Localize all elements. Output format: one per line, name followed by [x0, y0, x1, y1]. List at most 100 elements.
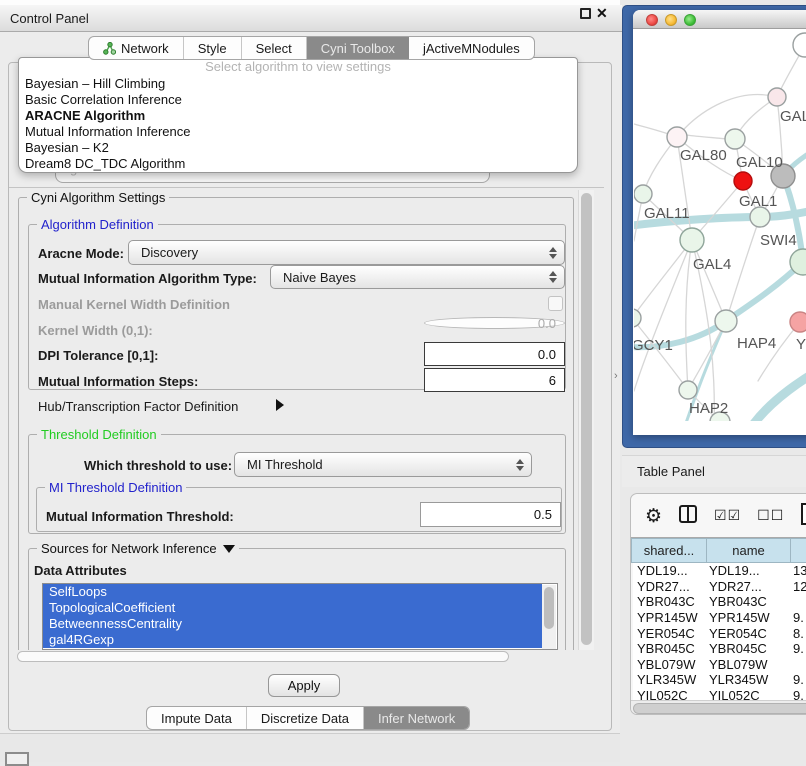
table-cell: YDL19... — [633, 563, 707, 578]
network-node-gal11[interactable] — [634, 185, 652, 203]
new-table-icon[interactable] — [800, 502, 806, 529]
table-cell: YLR345W — [707, 672, 789, 687]
network-window: GALGAL80GAL10GAL1GAL11GAL4SWI4HAP4YGCY1H… — [633, 10, 806, 435]
dpi-tolerance-value: 0.0 — [538, 347, 556, 362]
tab-select[interactable]: Select — [242, 37, 307, 59]
attribute-list-scrollbar[interactable] — [542, 585, 556, 649]
table-row[interactable]: YLR345WYLR345W9. — [633, 672, 806, 688]
algorithm-option-basic-correlation[interactable]: Basic Correlation Inference — [19, 92, 577, 108]
table-row[interactable]: YDL19...YDL19...13 — [633, 563, 806, 579]
mi-steps-field[interactable]: 6 — [424, 368, 565, 392]
network-edge — [686, 135, 726, 139]
which-threshold-label: Which threshold to use: — [84, 458, 232, 473]
network-node[interactable] — [793, 33, 806, 57]
docked-panel-icon[interactable] — [5, 752, 29, 766]
network-canvas[interactable]: GALGAL80GAL10GAL1GAL11GAL4SWI4HAP4YGCY1H… — [634, 29, 806, 421]
tab-discretize-data[interactable]: Discretize Data — [247, 707, 364, 729]
algorithm-placeholder: Select algorithm to view settings — [19, 58, 577, 76]
tab-jactivemnodules[interactable]: jActiveMNodules — [409, 37, 534, 59]
close-panel-icon[interactable]: ✕ — [596, 5, 608, 22]
network-edge — [692, 240, 726, 321]
kernel-width-field[interactable]: 0.0 — [424, 317, 565, 329]
node-label: HAP4 — [737, 335, 776, 352]
network-node[interactable] — [750, 207, 770, 227]
which-threshold-combo[interactable]: MI Threshold — [234, 452, 532, 477]
network-node-y[interactable] — [790, 312, 806, 332]
split-columns-icon[interactable] — [678, 504, 698, 527]
table-horizontal-scrollbar[interactable] — [631, 700, 806, 714]
which-threshold-value: MI Threshold — [247, 457, 323, 472]
algorithm-option-bayesian-hill-climbing[interactable]: Bayesian – Hill Climbing — [19, 76, 577, 92]
sources-collapse-arrow-icon[interactable] — [223, 545, 235, 553]
table-cell: YBL079W — [633, 657, 707, 672]
network-node-gal[interactable] — [768, 88, 786, 106]
tab-style[interactable]: Style — [184, 37, 242, 59]
tab-impute-data[interactable]: Impute Data — [147, 707, 247, 729]
table-cell: 9. — [789, 672, 806, 687]
attribute-item-betweennesscentrality[interactable]: BetweennessCentrality — [43, 616, 542, 632]
network-edge — [686, 240, 692, 390]
bottom-strip — [0, 733, 620, 762]
attribute-item-topologicalcoefficient[interactable]: TopologicalCoefficient — [43, 600, 542, 616]
network-node-gcy1[interactable] — [634, 309, 641, 327]
node-label: GAL — [780, 108, 806, 125]
attribute-item-selfloops[interactable]: SelfLoops — [43, 584, 542, 600]
deselect-columns-icon[interactable]: ☐☐ — [757, 508, 784, 524]
settings-horizontal-scrollbar[interactable] — [14, 650, 594, 663]
select-columns-icon[interactable]: ☑☑ — [714, 508, 741, 524]
data-attributes-list[interactable]: SelfLoops TopologicalCoefficient Between… — [42, 583, 558, 650]
table-row[interactable]: YDR27...YDR27...12 — [633, 579, 806, 595]
minimize-window-icon[interactable] — [665, 14, 677, 26]
column-header-name[interactable]: name — [707, 538, 791, 563]
aracne-mode-value: Discovery — [141, 245, 198, 260]
algorithm-option-bayesian-k2[interactable]: Bayesian – K2 — [19, 140, 577, 156]
hub-expand-arrow-icon[interactable] — [276, 399, 284, 411]
network-node-hap4[interactable] — [715, 310, 737, 332]
mi-type-label: Mutual Information Algorithm Type: — [38, 271, 257, 286]
algorithm-option-aracne[interactable]: ARACNE Algorithm — [19, 108, 577, 124]
tab-cyni-toolbox[interactable]: Cyni Toolbox — [307, 37, 409, 59]
column-header-partial[interactable] — [791, 538, 806, 563]
column-header-sharedname[interactable]: shared... — [631, 538, 707, 563]
table-row[interactable]: YBR045CYBR045C9. — [633, 641, 806, 657]
separator — [9, 187, 604, 188]
tab-network[interactable]: Network — [89, 37, 184, 59]
split-pane-handle-icon[interactable]: › — [614, 368, 622, 384]
table-cell: YDR27... — [633, 579, 707, 594]
apply-button[interactable]: Apply — [268, 674, 340, 697]
control-panel-titlebar: Control Panel — [0, 5, 622, 32]
aracne-mode-combo[interactable]: Discovery — [128, 240, 565, 265]
table-cell: YPR145W — [633, 610, 707, 625]
network-node-gal4[interactable] — [680, 228, 704, 252]
table-cell: YBR045C — [707, 641, 789, 656]
apply-label: Apply — [288, 678, 321, 693]
attribute-item-gal4rgexp[interactable]: gal4RGexp — [43, 632, 542, 648]
table-cell: YER054C — [707, 626, 789, 641]
dpi-tolerance-label: DPI Tolerance [0,1]: — [38, 348, 158, 363]
table-cell: YDL19... — [707, 563, 789, 578]
table-row[interactable]: YPR145WYPR145W9. — [633, 610, 806, 626]
tab-label: Style — [198, 41, 227, 56]
algorithm-option-mutual-information[interactable]: Mutual Information Inference — [19, 124, 577, 140]
mi-type-combo[interactable]: Naive Bayes — [270, 265, 565, 289]
manual-kernel-checkbox[interactable] — [548, 296, 563, 311]
network-node-hap2[interactable] — [679, 381, 697, 399]
group-title: Threshold Definition — [37, 427, 161, 442]
network-node-gal10[interactable] — [725, 129, 745, 149]
table-row[interactable]: YBL079WYBL079W — [633, 657, 806, 673]
algorithm-option-dream8[interactable]: Dream8 DC_TDC Algorithm — [19, 156, 577, 172]
settings-vertical-scrollbar[interactable] — [578, 190, 594, 660]
table-row[interactable]: YBR043CYBR043C — [633, 594, 806, 610]
table-row[interactable]: YER054CYER054C8. — [633, 625, 806, 641]
mi-threshold-field[interactable]: 0.5 — [420, 502, 561, 527]
network-node-gal1[interactable] — [734, 172, 752, 190]
dpi-tolerance-field[interactable]: 0.0 — [424, 342, 565, 366]
float-panel-icon[interactable] — [580, 8, 591, 19]
zoom-window-icon[interactable] — [684, 14, 696, 26]
network-node-gal80[interactable] — [667, 127, 687, 147]
algorithm-dropdown-popup: Select algorithm to view settings Bayesi… — [18, 57, 578, 173]
close-window-icon[interactable] — [646, 14, 658, 26]
table-cell: YBL079W — [707, 657, 789, 672]
tab-infer-network[interactable]: Infer Network — [364, 707, 469, 729]
gear-icon[interactable]: ⚙ — [645, 505, 662, 527]
